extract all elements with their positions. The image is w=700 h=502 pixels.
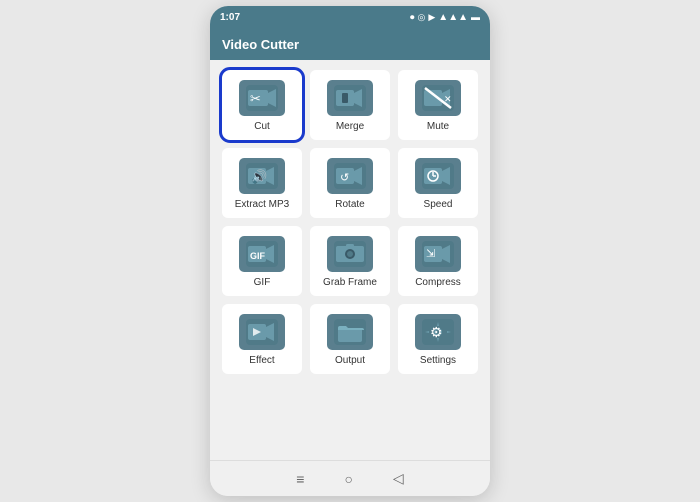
title-bar: Video Cutter <box>210 28 490 60</box>
extract-mp3-icon: 🔊 <box>246 163 278 189</box>
compress-icon-box: ⇲ <box>415 236 461 272</box>
rotate-icon-box: ↺ <box>327 158 373 194</box>
svg-text:⚙: ⚙ <box>430 324 443 340</box>
phone-frame: 1:07 ⏺ ◎ ▶ ▲▲▲ ▬ Video Cutter <box>210 6 490 496</box>
status-time: 1:07 <box>220 12 240 23</box>
grid-item-effect[interactable]: Effect <box>222 304 302 374</box>
output-icon-box <box>327 314 373 350</box>
grid-item-compress[interactable]: ⇲ Compress <box>398 226 478 296</box>
nav-bar: ≡ ○ ◁ <box>210 460 490 496</box>
grid-item-merge[interactable]: Merge <box>310 70 390 140</box>
svg-text:✂: ✂ <box>250 91 261 106</box>
svg-text:🔊: 🔊 <box>251 168 267 185</box>
effect-icon <box>246 319 278 345</box>
svg-text:GIF: GIF <box>250 251 266 261</box>
rotate-label: Rotate <box>335 199 364 210</box>
scissors-icon: ✂ <box>246 85 278 111</box>
output-icon <box>334 319 366 345</box>
gif-icon: GIF <box>246 241 278 267</box>
extract-mp3-icon-box: 🔊 <box>239 158 285 194</box>
merge-icon-box <box>327 80 373 116</box>
merge-icon <box>334 85 366 111</box>
grid-item-rotate[interactable]: ↺ Rotate <box>310 148 390 218</box>
status-icon-3: ▶ <box>428 12 435 23</box>
battery-icon: ▬ <box>471 12 480 22</box>
speed-icon <box>422 163 454 189</box>
mute-icon: ✕ <box>422 85 454 111</box>
effect-icon-box <box>239 314 285 350</box>
settings-label: Settings <box>420 355 456 366</box>
svg-text:✕: ✕ <box>444 94 452 104</box>
output-label: Output <box>335 355 365 366</box>
grid-item-cut[interactable]: ✂ Cut <box>222 70 302 140</box>
speed-icon-box <box>415 158 461 194</box>
status-bar: 1:07 ⏺ ◎ ▶ ▲▲▲ ▬ <box>210 6 490 28</box>
grid-item-extract-mp3[interactable]: 🔊 Extract MP3 <box>222 148 302 218</box>
settings-icon: ⚙ <box>422 319 454 345</box>
grab-frame-icon-box <box>327 236 373 272</box>
cut-icon-box: ✂ <box>239 80 285 116</box>
grid-item-mute[interactable]: ✕ Mute <box>398 70 478 140</box>
compress-icon: ⇲ <box>422 241 454 267</box>
settings-icon-box: ⚙ <box>415 314 461 350</box>
grid-item-settings[interactable]: ⚙ Settings <box>398 304 478 374</box>
speed-label: Speed <box>424 199 453 210</box>
nav-menu-icon[interactable]: ≡ <box>296 471 304 487</box>
merge-label: Merge <box>336 121 364 132</box>
gif-label: GIF <box>254 277 271 288</box>
grid-item-grab-frame[interactable]: Grab Frame <box>310 226 390 296</box>
status-icon-2: ◎ <box>418 12 426 23</box>
status-icon-1: ⏺ <box>410 12 415 23</box>
compress-label: Compress <box>415 277 461 288</box>
svg-text:⇲: ⇲ <box>426 248 435 260</box>
grid: ✂ Cut Merge <box>222 70 478 374</box>
mute-label: Mute <box>427 121 449 132</box>
status-icons: ⏺ ◎ ▶ ▲▲▲ ▬ <box>410 12 480 23</box>
rotate-icon: ↺ <box>334 163 366 189</box>
mute-icon-box: ✕ <box>415 80 461 116</box>
gif-icon-box: GIF <box>239 236 285 272</box>
wifi-icon: ▲▲▲ <box>438 12 468 23</box>
app-title: Video Cutter <box>222 37 299 52</box>
nav-home-icon[interactable]: ○ <box>344 471 352 487</box>
extract-mp3-label: Extract MP3 <box>235 199 289 210</box>
grab-frame-icon <box>334 241 366 267</box>
grid-item-output[interactable]: Output <box>310 304 390 374</box>
grid-item-speed[interactable]: Speed <box>398 148 478 218</box>
grid-item-gif[interactable]: GIF GIF <box>222 226 302 296</box>
cut-label: Cut <box>254 121 270 132</box>
grab-frame-label: Grab Frame <box>323 277 377 288</box>
svg-text:↺: ↺ <box>340 172 349 184</box>
effect-label: Effect <box>249 355 274 366</box>
content-area: ✂ Cut Merge <box>210 60 490 460</box>
nav-back-icon[interactable]: ◁ <box>393 470 404 487</box>
